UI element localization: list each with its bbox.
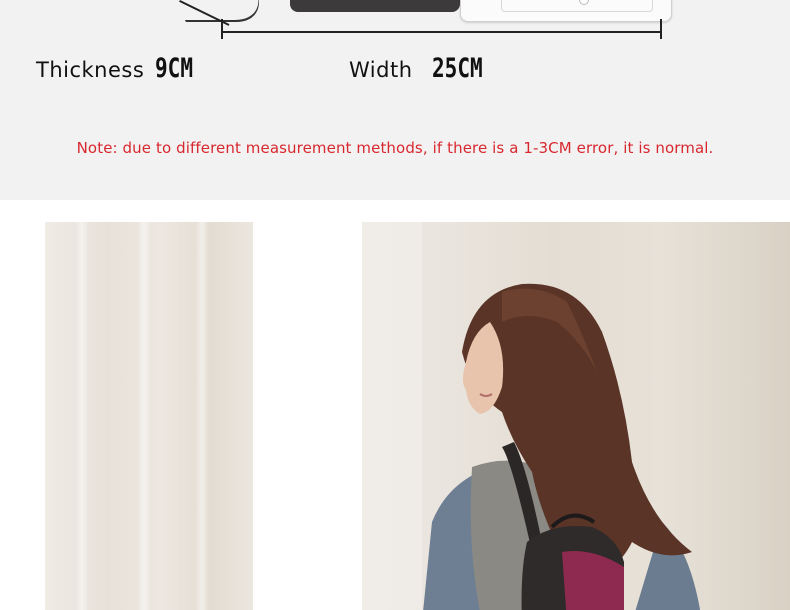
tablet-screen [501, 0, 653, 12]
thickness-label: Thickness [36, 58, 145, 82]
product-detail-page: Thickness 9CM Width 25CM Note: due to di… [0, 0, 790, 610]
curtain-fold [75, 222, 89, 610]
product-photos [0, 200, 790, 610]
measurement-note: Note: due to different measurement metho… [76, 139, 714, 157]
curtain-photo [45, 222, 253, 610]
thickness-value: 9CM [155, 53, 194, 84]
model-photo [362, 222, 790, 610]
bag-bottom-edge [290, 0, 460, 12]
curtain-fold [137, 222, 151, 610]
width-measure-tick-right [660, 19, 662, 39]
width-value: 25CM [432, 53, 483, 84]
window-light [362, 222, 422, 610]
width-measure-line [222, 31, 662, 33]
curtain-fold [195, 222, 209, 610]
tablet-reference [460, 0, 672, 22]
model-illustration [362, 222, 701, 610]
width-measure-tick-left [221, 19, 223, 39]
dimension-panel: Thickness 9CM Width 25CM Note: due to di… [0, 0, 790, 200]
width-label: Width [349, 58, 413, 82]
